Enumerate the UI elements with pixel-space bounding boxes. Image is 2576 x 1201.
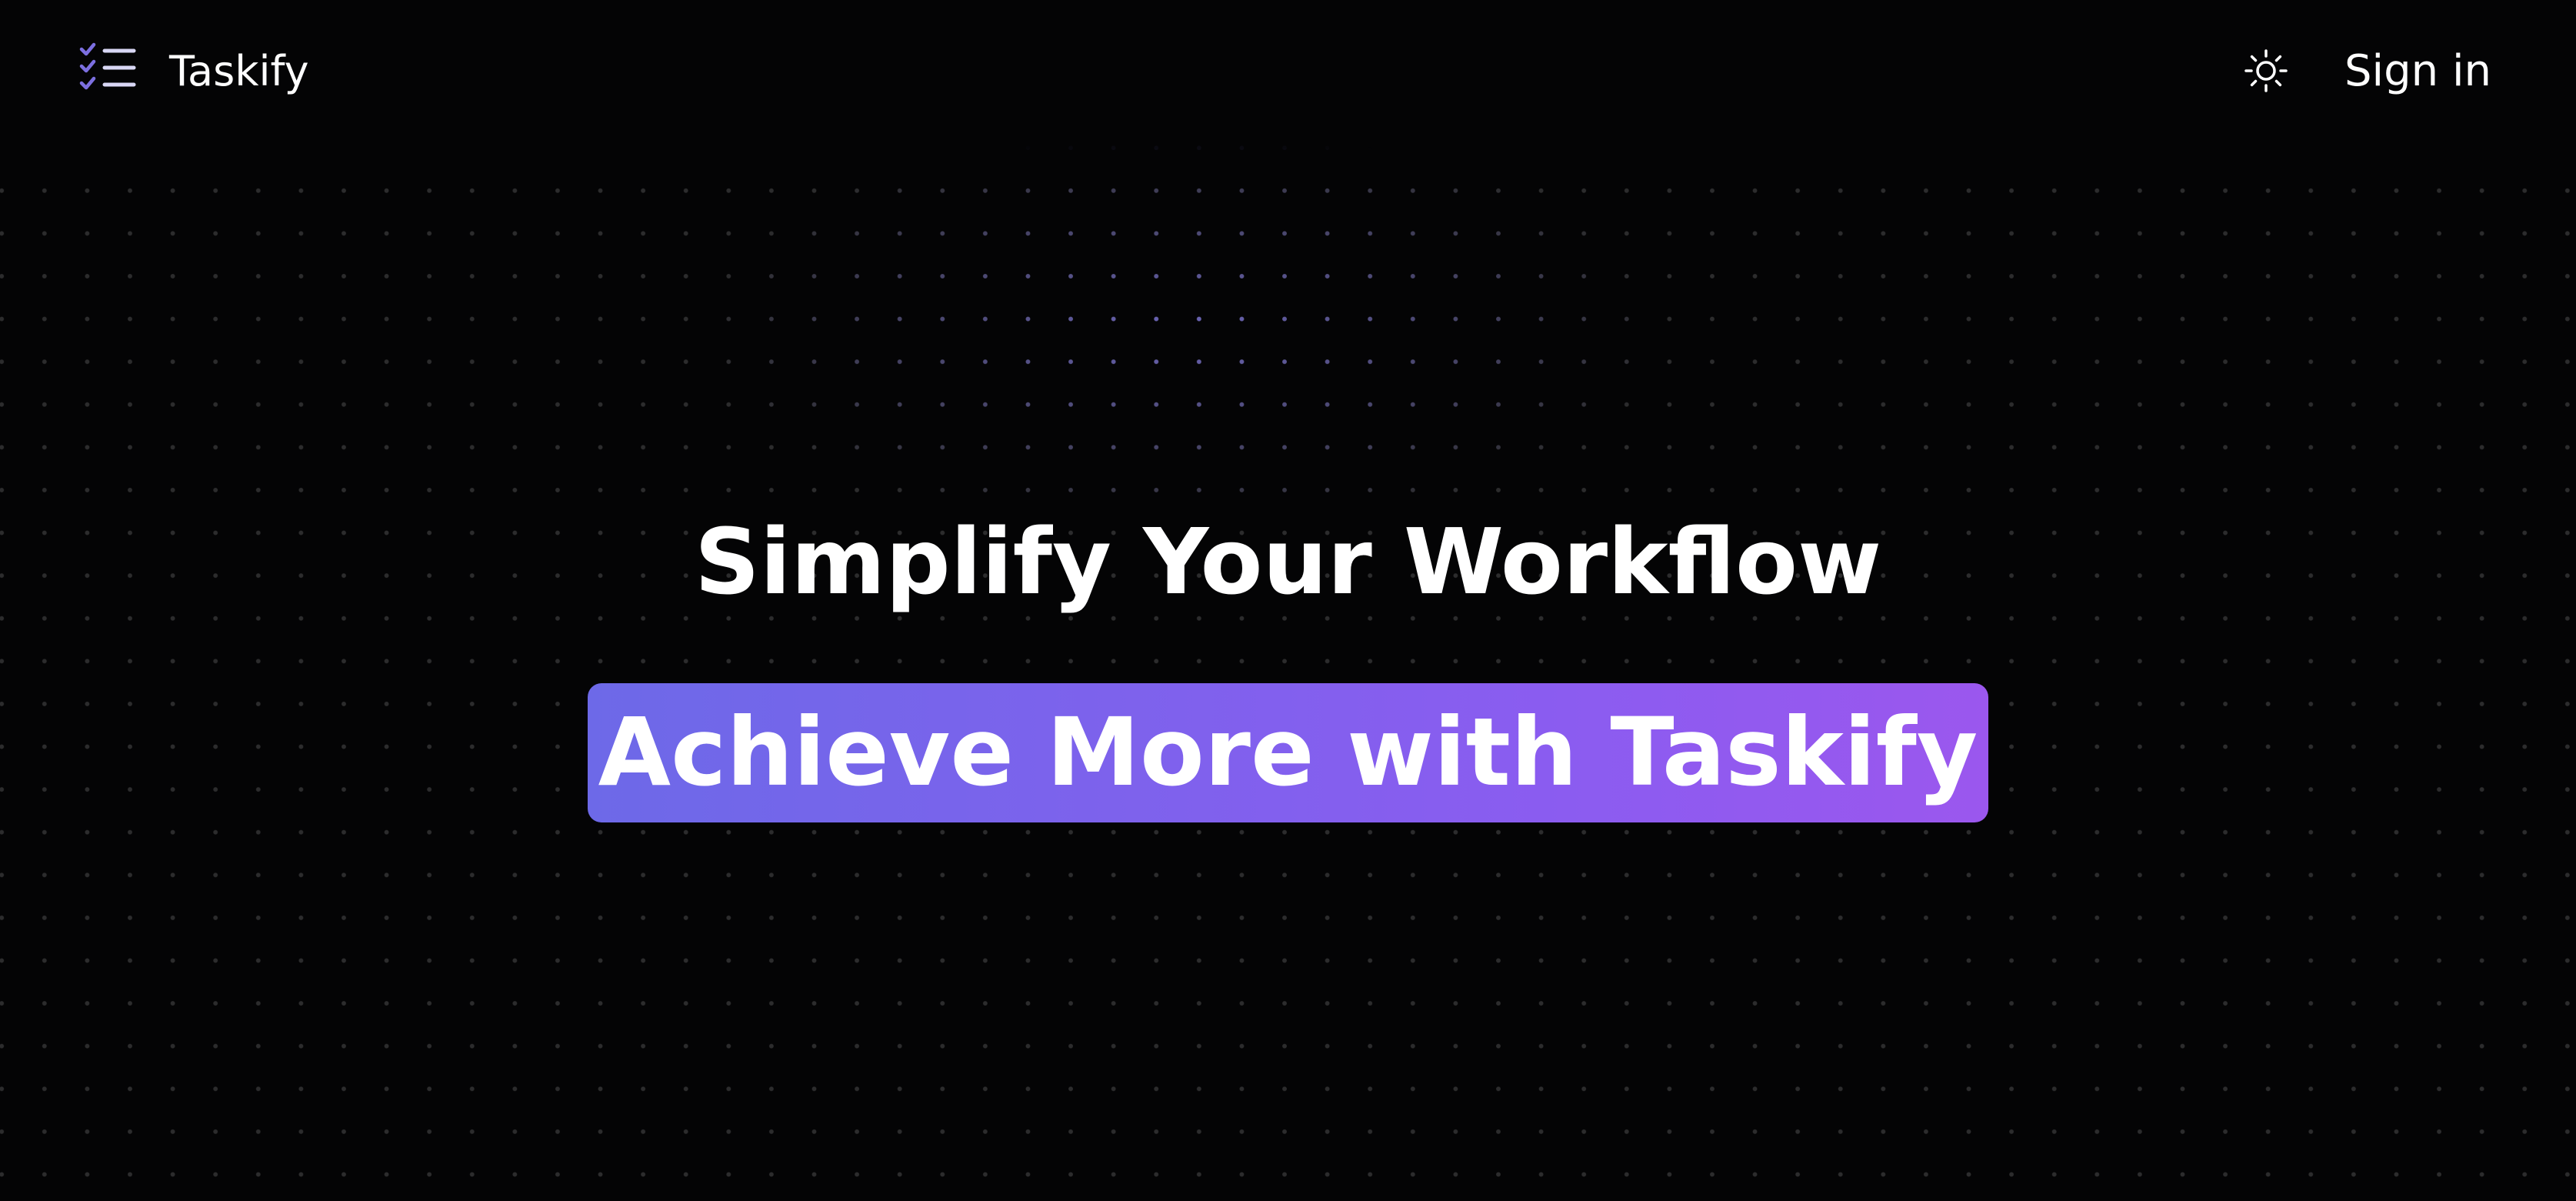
brand-logo-link[interactable]: Taskify	[77, 40, 309, 102]
site-header: Taskify Sign in	[0, 0, 2576, 146]
checklist-icon	[79, 42, 136, 90]
hero-title: Simplify Your Workflow	[694, 509, 1882, 615]
hero-highlight-row: Achieve More with Taskify	[0, 683, 2576, 822]
sun-icon	[2244, 49, 2288, 92]
theme-toggle-button[interactable]	[2241, 46, 2291, 95]
landing-page: Taskify Sign in Simplify Your Workflow A…	[0, 0, 2576, 1201]
hero-highlight-text: Achieve More with Taskify	[587, 683, 1989, 822]
brand-name: Taskify	[169, 46, 309, 95]
sign-in-link[interactable]: Sign in	[2344, 46, 2491, 96]
header-actions: Sign in	[2241, 40, 2491, 102]
